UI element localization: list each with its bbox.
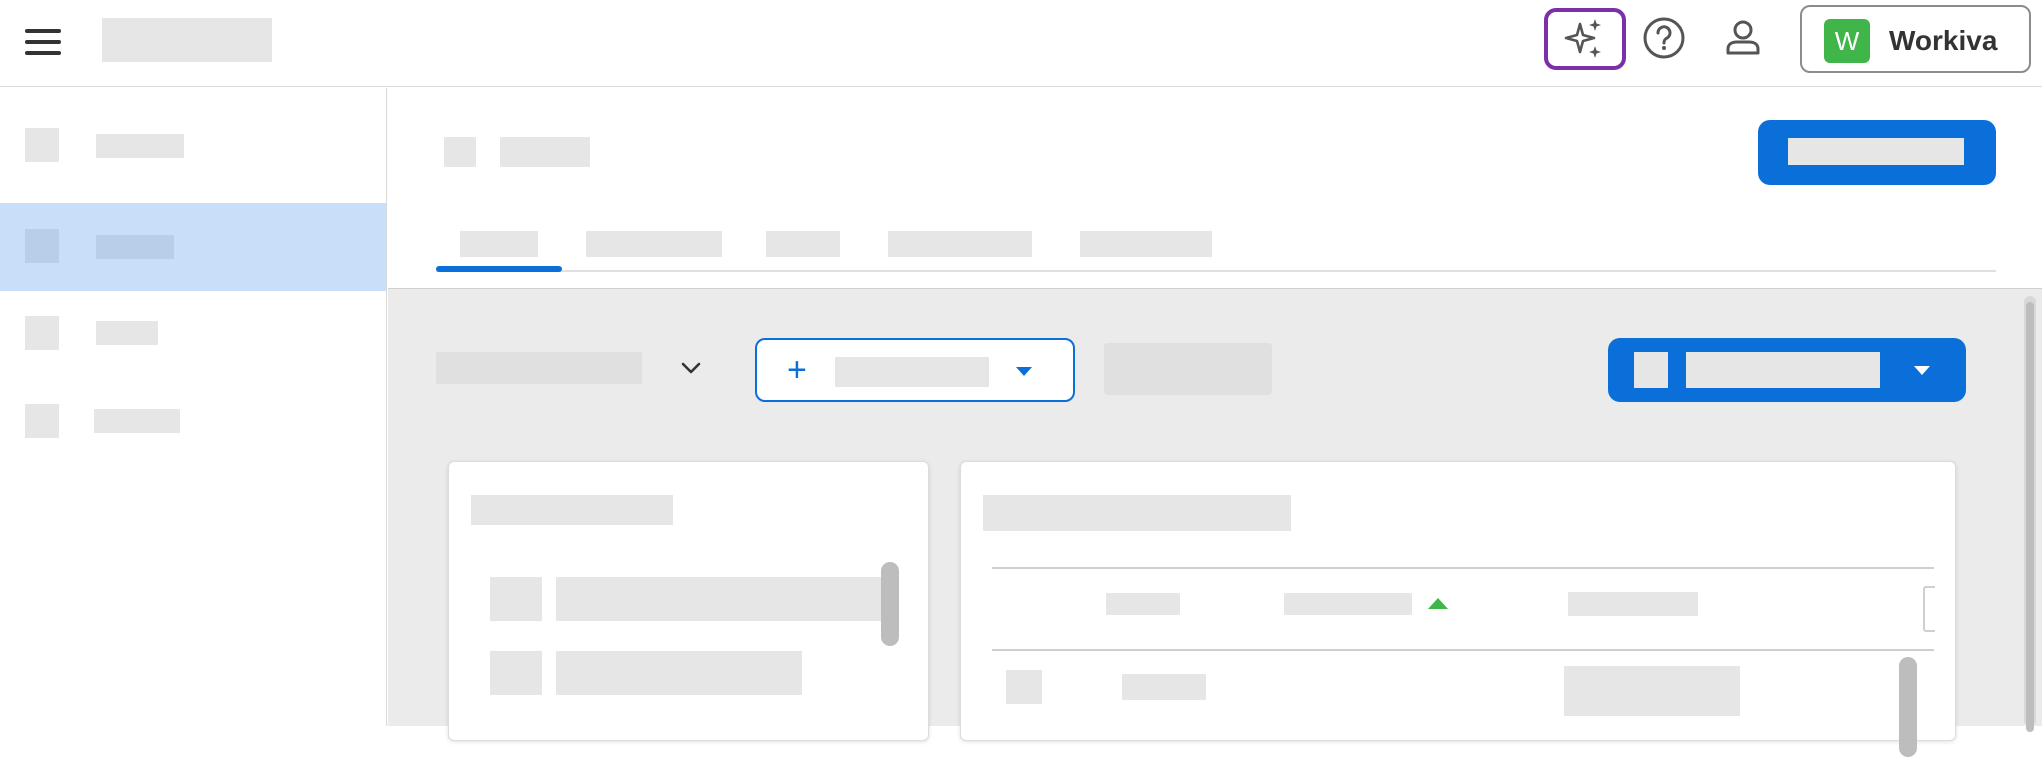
user-profile-button[interactable] bbox=[1720, 15, 1766, 61]
workspace-switcher-button[interactable]: W Workiva bbox=[1800, 5, 2031, 73]
plus-icon: + bbox=[787, 351, 807, 389]
table-header-top-border bbox=[992, 567, 1934, 569]
help-circle-icon bbox=[1643, 17, 1685, 59]
placeholder-icon bbox=[25, 229, 59, 263]
tab-4[interactable] bbox=[888, 231, 1032, 257]
table-cell bbox=[1122, 674, 1206, 700]
primary-action-button[interactable] bbox=[1758, 120, 1996, 185]
main-scrollbar-thumb[interactable] bbox=[2026, 302, 2034, 732]
list-item-icon bbox=[490, 577, 542, 621]
right-panel-card bbox=[960, 461, 1956, 757]
tab-2[interactable] bbox=[586, 231, 722, 257]
filter-control[interactable] bbox=[1104, 343, 1272, 395]
table-scrollbar[interactable] bbox=[1899, 657, 1917, 757]
top-bar: W Workiva bbox=[0, 0, 2042, 87]
row-icon bbox=[1006, 670, 1042, 704]
sidebar-item-label bbox=[96, 321, 158, 345]
sidebar-item-1[interactable] bbox=[0, 104, 386, 192]
column-settings-button[interactable] bbox=[1923, 586, 1935, 632]
add-button-label bbox=[835, 357, 989, 387]
view-select[interactable] bbox=[436, 350, 706, 386]
sidebar-item-2[interactable] bbox=[0, 203, 386, 291]
caret-down-icon bbox=[1016, 367, 1032, 376]
workspace-avatar: W bbox=[1824, 19, 1870, 63]
sidebar bbox=[0, 88, 387, 726]
chevron-down-icon bbox=[681, 362, 701, 374]
workspace-label: Workiva bbox=[1889, 25, 1998, 56]
list-item[interactable] bbox=[556, 651, 802, 695]
app-logo-placeholder bbox=[102, 18, 272, 62]
card-title bbox=[983, 495, 1291, 531]
sparkle-icon bbox=[1564, 19, 1601, 58]
page-title-icon bbox=[444, 137, 476, 167]
hamburger-menu-icon[interactable] bbox=[20, 22, 68, 62]
table-header-bottom-border bbox=[992, 649, 1934, 651]
active-tab-indicator bbox=[436, 266, 562, 272]
left-panel-card bbox=[448, 461, 929, 741]
placeholder-icon bbox=[25, 316, 59, 350]
list-item[interactable] bbox=[556, 577, 888, 621]
add-button[interactable]: + bbox=[755, 338, 1075, 402]
tab-3[interactable] bbox=[766, 231, 840, 257]
sidebar-item-label bbox=[96, 235, 174, 259]
user-profile-icon bbox=[1726, 20, 1760, 55]
sidebar-item-4[interactable] bbox=[0, 379, 386, 467]
left-card-scrollbar[interactable] bbox=[881, 562, 899, 646]
help-button[interactable] bbox=[1641, 15, 1687, 61]
card-title bbox=[471, 495, 673, 525]
tab-5[interactable] bbox=[1080, 231, 1212, 257]
sort-ascending-icon bbox=[1428, 598, 1448, 609]
sidebar-item-3[interactable] bbox=[0, 291, 386, 379]
split-action-label bbox=[1686, 352, 1880, 388]
main-scrollbar[interactable] bbox=[2024, 296, 2036, 732]
placeholder-icon bbox=[25, 128, 59, 162]
tab-1[interactable] bbox=[460, 231, 538, 257]
placeholder-icon bbox=[1634, 352, 1668, 388]
table-cell bbox=[1564, 666, 1740, 716]
sidebar-item-label bbox=[96, 134, 184, 158]
content-header bbox=[388, 88, 2042, 288]
view-select-value bbox=[436, 352, 642, 384]
tabs-divider bbox=[436, 270, 1996, 272]
column-header[interactable] bbox=[1568, 592, 1698, 616]
split-action-button[interactable] bbox=[1608, 338, 1966, 402]
primary-action-label bbox=[1788, 138, 1964, 165]
sidebar-item-label bbox=[94, 409, 180, 433]
placeholder-icon bbox=[25, 404, 59, 438]
ai-assist-button[interactable] bbox=[1544, 8, 1626, 70]
list-item-icon bbox=[490, 651, 542, 695]
column-header-sorted[interactable] bbox=[1284, 593, 1412, 615]
caret-down-icon bbox=[1914, 366, 1930, 375]
column-header[interactable] bbox=[1106, 593, 1180, 615]
page-title bbox=[500, 137, 590, 167]
